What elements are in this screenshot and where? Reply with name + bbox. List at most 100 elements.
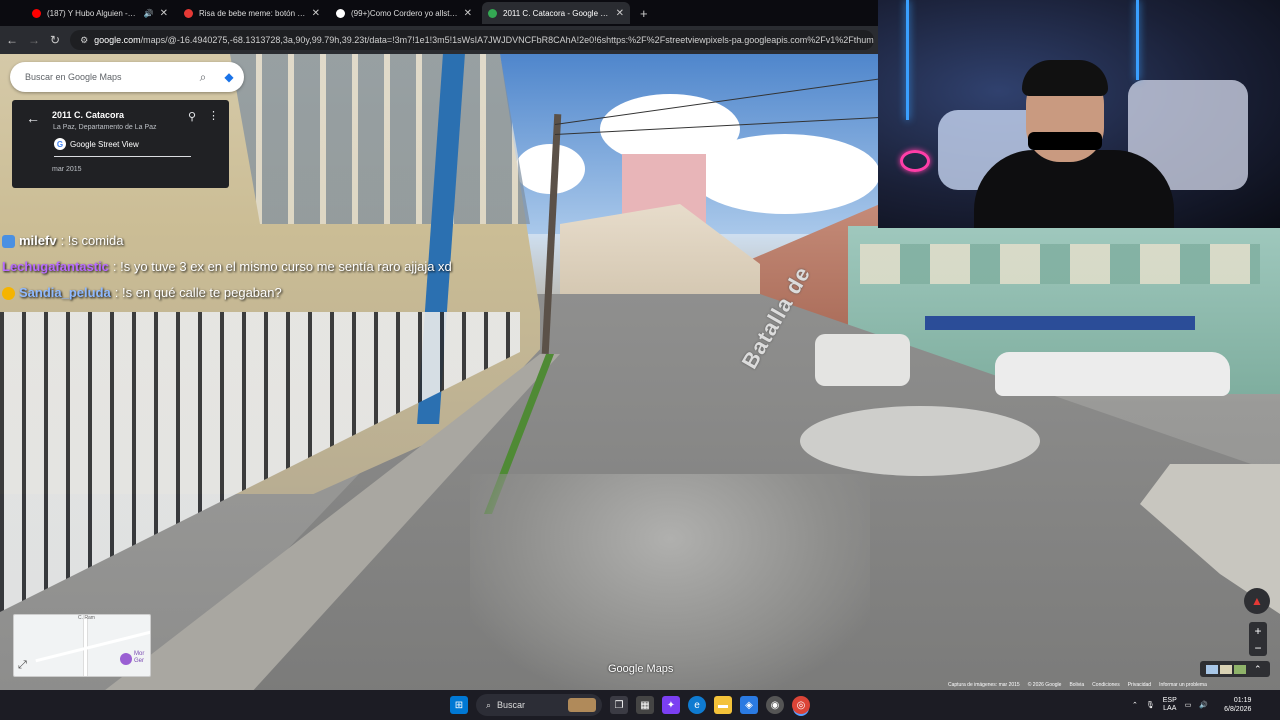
maps-footer: Captura de imágenes: mar 2015 © 2026 Goo…: [948, 682, 1207, 688]
minimap[interactable]: C. Ram Mor Ger ⤢: [13, 614, 151, 677]
footer-copyright: © 2026 Google: [1027, 682, 1062, 688]
new-tab-button[interactable]: +: [634, 6, 654, 21]
browser-tab[interactable]: (187) Y Hubo Alguien - You 🔊 ✕: [26, 2, 174, 24]
input-language[interactable]: ESP LAA: [1163, 697, 1177, 713]
keyboard-layout: LAA: [1163, 705, 1177, 712]
tiktok-icon: [336, 8, 345, 18]
zoom-out-button[interactable]: −: [1254, 641, 1261, 655]
chevron-up-icon[interactable]: ⌃: [1254, 664, 1262, 675]
capture-date[interactable]: mar 2015: [52, 166, 82, 173]
layer-thumbnail-icon[interactable]: [1206, 664, 1218, 674]
zoom-in-button[interactable]: +: [1254, 624, 1261, 638]
reload-icon[interactable]: ↻: [50, 33, 60, 47]
location-pin-icon[interactable]: ⚲: [188, 110, 196, 123]
google-maps-icon: [488, 8, 497, 18]
layers-control[interactable]: ⌃: [1200, 661, 1270, 677]
address-bar: ← → ↻ ⚙ google.com/maps/@-16.4940275,-68…: [0, 26, 878, 54]
place-pin-icon[interactable]: [120, 653, 132, 665]
browser-tab[interactable]: Risa de bebe meme: botón de ✕: [178, 2, 326, 24]
stream-chat-overlay: milefv : !s comida Lechugafantastic : !s…: [2, 228, 452, 306]
directions-icon[interactable]: ◆: [218, 66, 240, 88]
footer-country[interactable]: Bolivia: [1069, 682, 1084, 688]
file-explorer-icon[interactable]: ▬: [714, 696, 732, 714]
left-building-windows: [230, 54, 530, 224]
back-arrow-icon[interactable]: ←: [26, 110, 40, 126]
browser-tab-strip: (187) Y Hubo Alguien - You 🔊 ✕ Risa de b…: [0, 0, 878, 26]
language-code: ESP: [1162, 697, 1177, 704]
site-info-icon[interactable]: ⚙: [80, 35, 88, 46]
taskbar-apps: ⊞ ⌕ Buscar ❐ ▦ ✦ e ▬ ◈ ◉ ◎: [450, 690, 810, 720]
url-path: /maps/@-16.4940275,-68.1313728,3a,90y,99…: [140, 35, 874, 45]
footer-privacy-link[interactable]: Privacidad: [1128, 682, 1151, 688]
close-tab-icon[interactable]: ✕: [616, 8, 624, 19]
footer-report-link[interactable]: Informar un problema: [1159, 682, 1207, 688]
close-tab-icon[interactable]: ✕: [464, 8, 472, 19]
url-host: google.com: [94, 35, 141, 45]
layer-thumbnail-icon[interactable]: [1234, 664, 1246, 674]
windows-start-icon[interactable]: ⊞: [450, 696, 468, 714]
chrome-icon[interactable]: ◎: [792, 696, 810, 714]
app-icon[interactable]: ◈: [740, 696, 758, 714]
url-field[interactable]: ⚙ google.com/maps/@-16.4940275,-68.13137…: [70, 30, 874, 50]
chat-text: : !s comida: [60, 233, 124, 248]
windows-taskbar: ⊞ ⌕ Buscar ❐ ▦ ✦ e ▬ ◈ ◉ ◎ ⌃ 🎙 ESP LAA ▭…: [0, 690, 1280, 720]
user-badge-icon: [2, 234, 15, 248]
imagery-source-label: Google Street View: [70, 139, 139, 149]
close-tab-icon[interactable]: ✕: [312, 8, 320, 19]
warning-badge-icon: [2, 286, 15, 300]
obs-icon[interactable]: ◉: [766, 696, 784, 714]
store-icon[interactable]: ▦: [636, 696, 654, 714]
expand-map-icon[interactable]: ⤢: [18, 659, 27, 672]
led-strip: [906, 0, 909, 120]
task-view-icon[interactable]: ❐: [610, 696, 628, 714]
forward-arrow-icon[interactable]: →: [28, 33, 40, 47]
taskbar-search[interactable]: ⌕ Buscar: [476, 694, 602, 716]
display-icon[interactable]: ▭: [1185, 701, 1192, 709]
tab-title: (99+)Como Cordero yo allstare: [351, 8, 458, 18]
site-favicon-icon: [184, 8, 193, 18]
volume-icon[interactable]: 🔊: [1199, 701, 1208, 709]
parked-suv: [815, 334, 910, 386]
chevron-up-icon[interactable]: ⌃: [1132, 701, 1138, 709]
screen: Batalla de (187) Y Hubo Alguien - You 🔊 …: [0, 0, 1280, 720]
street-view-info-card: ← 2011 C. Catacora La Paz, Departamento …: [12, 100, 229, 188]
clock-date: 6/8/2026: [1224, 706, 1252, 713]
google-maps-logo: Google Maps: [608, 663, 674, 675]
location-region: La Paz, Departamento de La Paz: [53, 124, 157, 131]
sunglasses: [1028, 132, 1102, 150]
tab-title: 2011 C. Catacora - Google Ma: [503, 8, 610, 18]
taskbar-search-label: Buscar: [497, 700, 526, 710]
maps-search-box[interactable]: Buscar en Google Maps ⌕ ◆: [10, 62, 244, 92]
search-icon: ⌕: [486, 699, 492, 710]
clock[interactable]: 01:19 6/8/2026: [1224, 696, 1251, 714]
browser-tab[interactable]: (99+)Como Cordero yo allstare ✕: [330, 2, 478, 24]
footer-imagery: Captura de imágenes: mar 2015: [948, 682, 1020, 688]
webcam-overlay: [878, 0, 1280, 228]
copilot-icon[interactable]: ✦: [662, 696, 680, 714]
green-building-windows: [860, 244, 1260, 284]
neon-light: [900, 150, 930, 172]
clock-time: 01:19: [1233, 697, 1252, 704]
microphone-icon[interactable]: 🎙: [1146, 701, 1155, 709]
close-tab-icon[interactable]: ✕: [160, 8, 168, 19]
edge-icon[interactable]: e: [688, 696, 706, 714]
road-marking: [800, 406, 1040, 476]
back-arrow-icon[interactable]: ←: [6, 33, 18, 47]
tab-title: (187) Y Hubo Alguien - You: [47, 8, 138, 18]
speaker-icon[interactable]: 🔊: [144, 9, 154, 18]
compass-icon[interactable]: ▲: [1244, 588, 1270, 614]
cloud: [690, 134, 880, 214]
footer-terms-link[interactable]: Condiciones: [1092, 682, 1120, 688]
divider: [54, 156, 191, 157]
search-icon[interactable]: ⌕: [192, 66, 214, 88]
browser-tab-active[interactable]: 2011 C. Catacora - Google Ma ✕: [482, 2, 630, 24]
chat-username: Lechugafantastic: [2, 259, 109, 274]
layer-thumbnail-icon[interactable]: [1220, 664, 1232, 674]
search-input[interactable]: Buscar en Google Maps: [25, 72, 192, 82]
zoom-control[interactable]: + −: [1249, 622, 1267, 656]
system-tray: ⌃ 🎙 ESP LAA ▭ 🔊 01:19 6/8/2026: [1132, 690, 1251, 720]
chat-username: milefv: [19, 233, 57, 248]
more-options-icon[interactable]: ⋮: [208, 109, 219, 122]
imagery-source[interactable]: G Google Street View: [54, 138, 139, 150]
minimap-poi-label: Mor Ger: [134, 651, 145, 664]
